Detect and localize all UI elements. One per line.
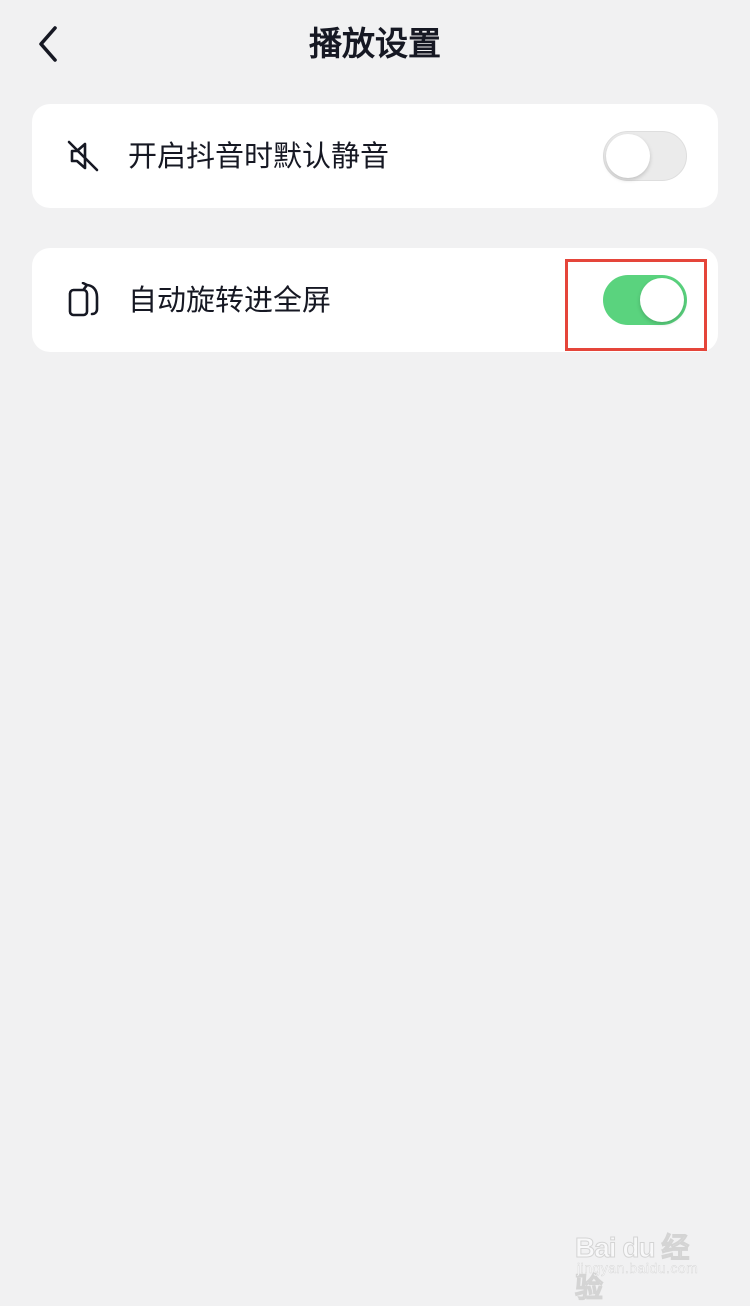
setting-row-default-mute: 开启抖音时默认静音	[32, 104, 718, 208]
page-title: 播放设置	[309, 24, 441, 63]
setting-label-auto-rotate: 自动旋转进全屏	[128, 283, 332, 317]
auto-rotate-toggle[interactable]	[603, 275, 687, 325]
watermark-url: jingyan.baidu.com	[577, 1260, 699, 1276]
header-bar: 播放设置	[0, 0, 750, 90]
toggle-knob	[606, 134, 650, 178]
setting-row-auto-rotate: 自动旋转进全屏	[32, 248, 718, 352]
rotate-screen-icon	[68, 282, 99, 317]
default-mute-toggle[interactable]	[603, 131, 687, 181]
baidu-jingyan-watermark: Bai du 经验 jingyan.baidu.com	[575, 1212, 715, 1304]
setting-label-default-mute: 开启抖音时默认静音	[128, 139, 390, 173]
toggle-knob	[640, 278, 684, 322]
speaker-muted-icon	[67, 140, 99, 172]
